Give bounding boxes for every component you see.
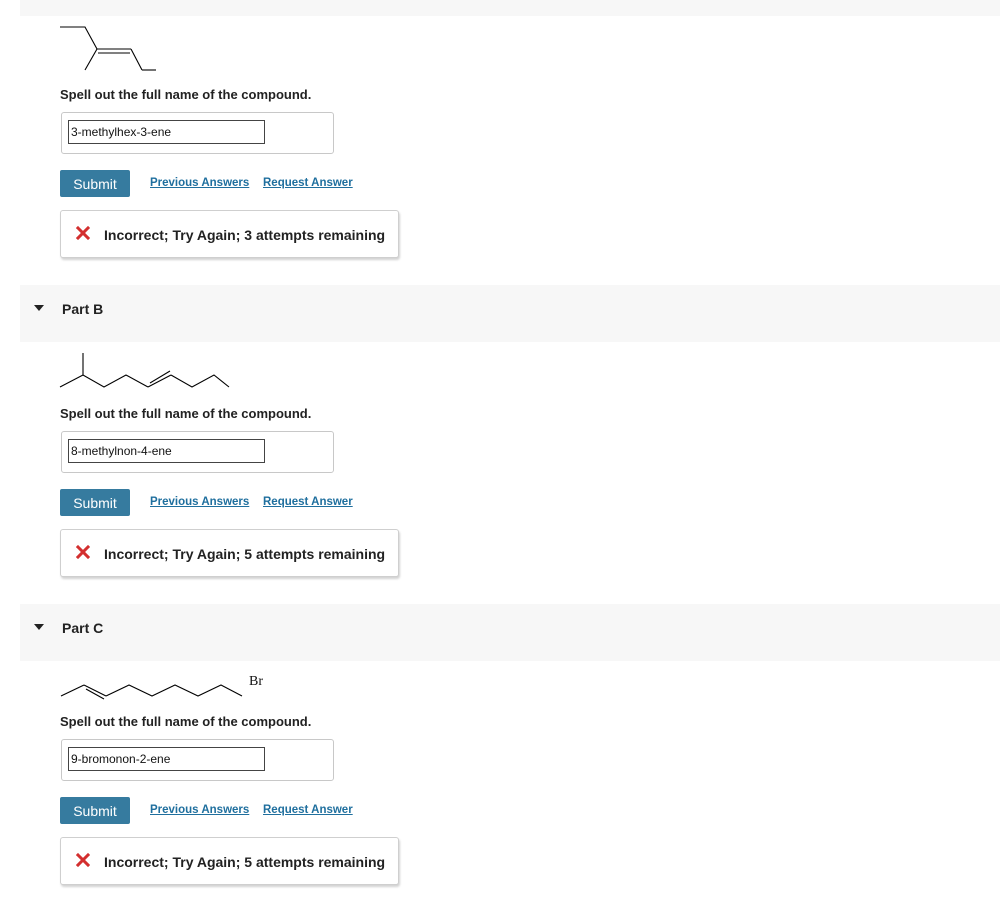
part-b-request-answer-link[interactable]: Request Answer	[263, 496, 353, 508]
part-b-feedback-text: Incorrect; Try Again; 5 attempts remaini…	[104, 546, 386, 562]
part-c-feedback-text: Incorrect; Try Again; 5 attempts remaini…	[104, 854, 386, 870]
part-c-previous-answers-link[interactable]: Previous Answers	[150, 804, 249, 816]
part-a-request-answer-link[interactable]: Request Answer	[263, 177, 353, 189]
collapse-caret-icon	[34, 305, 44, 311]
part-b-prompt: Spell out the full name of the compound.	[60, 406, 312, 421]
part-c-title: Part C	[62, 620, 104, 636]
incorrect-x-icon	[76, 226, 90, 240]
part-b-feedback-box: Incorrect; Try Again; 5 attempts remaini…	[60, 529, 399, 577]
part-a-previous-answers-link[interactable]: Previous Answers	[150, 177, 249, 189]
part-c-answer-container	[61, 739, 334, 781]
part-a-feedback-text: Incorrect; Try Again; 3 attempts remaini…	[104, 227, 386, 243]
incorrect-x-icon	[76, 853, 90, 867]
part-b-submit-button[interactable]: Submit	[60, 489, 130, 516]
part-c-structure-image	[60, 684, 243, 700]
collapse-caret-icon	[34, 624, 44, 630]
part-b-structure-image	[59, 353, 230, 388]
part-c-feedback-box: Incorrect; Try Again; 5 attempts remaini…	[60, 837, 399, 885]
part-a-answer-container	[61, 112, 334, 154]
bromine-label: Br	[249, 674, 263, 689]
part-b-header[interactable]: Part B	[20, 285, 1000, 342]
incorrect-x-icon	[76, 545, 90, 559]
part-c-submit-button[interactable]: Submit	[60, 797, 130, 824]
part-c-request-answer-link[interactable]: Request Answer	[263, 804, 353, 816]
part-c-header[interactable]: Part C	[20, 604, 1000, 661]
part-b-previous-answers-link[interactable]: Previous Answers	[150, 496, 249, 508]
part-b-answer-container	[61, 431, 334, 473]
part-b-title: Part B	[62, 301, 104, 317]
part-a-feedback-box: Incorrect; Try Again; 3 attempts remaini…	[60, 210, 399, 258]
part-c-prompt: Spell out the full name of the compound.	[60, 714, 312, 729]
part-a-submit-button[interactable]: Submit	[60, 170, 130, 197]
part-a-answer-input[interactable]	[68, 120, 265, 144]
part-a-structure-image	[60, 26, 156, 71]
part-c-answer-input[interactable]	[68, 747, 265, 771]
part-b-answer-input[interactable]	[68, 439, 265, 463]
part-a-prompt: Spell out the full name of the compound.	[60, 87, 312, 102]
part-a-header-strip	[20, 0, 1000, 16]
